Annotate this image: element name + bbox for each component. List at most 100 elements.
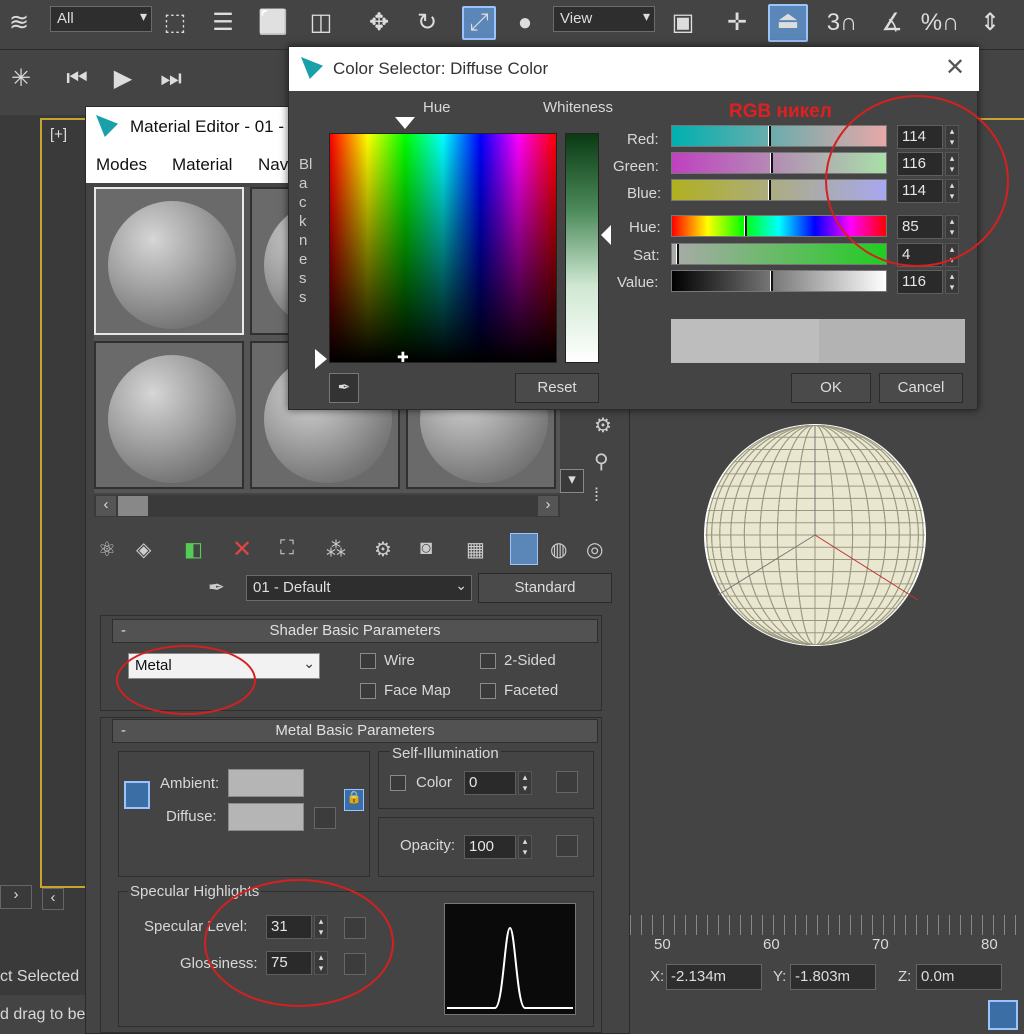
faceted-checkbox[interactable] (480, 683, 496, 699)
go-to-parent-icon[interactable]: ◍ (550, 537, 567, 562)
scroll-thumb[interactable] (118, 496, 148, 516)
value-value-field[interactable]: 116 (897, 270, 943, 294)
eyedropper-icon[interactable]: ✒ (329, 373, 359, 403)
whiteness-bar[interactable] (565, 133, 599, 363)
opacity-map-button[interactable] (556, 835, 578, 857)
show-background-icon[interactable]: ▦ (466, 537, 485, 562)
annotation-circle-rgb (825, 95, 1009, 267)
make-unique-icon[interactable]: ⛶ (280, 537, 294, 560)
self-illum-spinner[interactable]: ▴ ▾ (518, 771, 532, 795)
maximize-viewport-button[interactable] (988, 1000, 1018, 1030)
hue-pointer-icon[interactable] (395, 117, 415, 129)
scale-icon[interactable]: ⤢ (462, 6, 496, 40)
ambient-color-swatch[interactable] (228, 769, 304, 797)
play-icon[interactable]: ▶ (108, 64, 138, 94)
slider-thumb[interactable] (744, 216, 747, 236)
go-forward-icon[interactable]: ◎ (586, 537, 603, 562)
whiteness-pointer-icon[interactable] (601, 225, 611, 245)
ok-button[interactable]: OK (791, 373, 871, 403)
reset-map-icon[interactable]: ✕ (232, 535, 252, 564)
x-coordinate-field[interactable]: -2.134m (666, 964, 762, 990)
self-illum-value-field[interactable]: 0 (464, 771, 516, 795)
scroll-right-icon[interactable]: › (538, 496, 558, 516)
scroll-left-icon[interactable]: ‹ (96, 496, 116, 516)
reference-coord-dropdown[interactable]: View ▾ (553, 6, 655, 32)
wire-checkbox[interactable] (360, 653, 376, 669)
close-icon[interactable]: ✕ (945, 53, 965, 82)
color-crosshair-icon[interactable]: ✚ (397, 349, 409, 366)
timeline-ruler[interactable] (630, 915, 1024, 935)
slider-thumb[interactable] (768, 180, 771, 200)
video-check-icon[interactable]: ⚲ (594, 449, 620, 475)
snap-toggle-icon[interactable]: 3∩ (822, 8, 862, 38)
menu-modes[interactable]: Modes (96, 155, 147, 175)
reset-button[interactable]: Reset (515, 373, 599, 403)
shader-rollout-header[interactable]: - Shader Basic Parameters (112, 619, 598, 643)
spinner-snap-icon[interactable]: ⇕ (970, 8, 1010, 38)
lock-ambient-diffuse-icon[interactable] (124, 781, 150, 809)
diffuse-color-swatch[interactable] (228, 803, 304, 831)
assign-to-selection-icon[interactable]: ◧ (184, 537, 203, 562)
face-map-checkbox[interactable] (360, 683, 376, 699)
pivot-icon[interactable]: ▣ (668, 8, 698, 38)
placement-icon[interactable]: ● (510, 8, 540, 38)
select-by-name-icon[interactable]: ☰ (208, 8, 238, 38)
perspective-viewport[interactable] (628, 410, 1024, 890)
rect-selection-icon[interactable]: ⬜ (258, 8, 288, 38)
get-material-icon[interactable]: ⚛ (98, 537, 116, 562)
blackness-pointer-icon[interactable] (315, 349, 327, 369)
eyedropper-icon[interactable]: ✒ (208, 575, 225, 600)
show-shaded-icon[interactable]: ◙ (420, 537, 432, 560)
bone-tool-icon[interactable]: ✳ (6, 64, 36, 94)
metal-rollout-header[interactable]: - Metal Basic Parameters (112, 719, 598, 743)
slider-thumb[interactable] (676, 244, 679, 264)
keyboard-shortcut-icon[interactable]: ⏏ (768, 4, 808, 42)
slots-scroll-down-button[interactable]: ▾ (560, 469, 584, 493)
manipulate-icon[interactable]: ✛ (722, 8, 752, 38)
cancel-button[interactable]: Cancel (879, 373, 963, 403)
material-name-dropdown[interactable]: 01 - Default ⌄ (246, 575, 472, 601)
sat-slider[interactable] (671, 243, 887, 265)
value-spinner[interactable]: ▴ ▾ (945, 270, 959, 294)
sample-slot[interactable] (94, 341, 244, 489)
y-coordinate-field[interactable]: -1.803m (790, 964, 876, 990)
move-icon[interactable]: ✥ (364, 8, 394, 38)
prev-frame-icon[interactable]: ⏮ (62, 64, 92, 94)
diffuse-map-button[interactable] (314, 807, 336, 829)
slots-horizontal-scrollbar[interactable]: ‹ › (94, 495, 560, 517)
rotate-icon[interactable]: ↻ (412, 8, 442, 38)
percent-snap-icon[interactable]: %∩ (920, 8, 960, 38)
angle-snap-icon[interactable]: ∡ (872, 8, 912, 38)
slider-thumb[interactable] (768, 126, 771, 146)
menu-material[interactable]: Material (172, 155, 232, 175)
value-slider[interactable] (671, 270, 887, 292)
next-frame-icon[interactable]: ⏭ (156, 64, 186, 94)
self-illum-map-button[interactable] (556, 771, 578, 793)
self-illum-color-checkbox[interactable] (390, 775, 406, 791)
show-end-result-icon[interactable] (510, 533, 538, 565)
material-id-icon[interactable]: ⚙ (374, 537, 392, 562)
slider-thumb[interactable] (770, 271, 773, 291)
z-coordinate-field[interactable]: 0.0m (916, 964, 1002, 990)
put-to-scene-icon[interactable]: ◈ (136, 537, 151, 562)
opacity-spinner[interactable]: ▴ ▾ (518, 835, 532, 859)
hue-blackness-picker[interactable] (329, 133, 557, 363)
menu-navigation[interactable]: Nav (258, 155, 288, 175)
two-sided-checkbox[interactable] (480, 653, 496, 669)
panel-scroll-right-button[interactable]: › (0, 885, 32, 909)
material-type-button[interactable]: Standard (478, 573, 612, 603)
select-object-icon[interactable]: ⬚ (160, 8, 190, 38)
selection-filter-dropdown[interactable]: All ▾ (50, 6, 152, 32)
timeline-left-button[interactable]: ‹ (42, 888, 64, 910)
lock-icon[interactable]: 🔒 (344, 789, 364, 811)
opacity-value-field[interactable]: 100 (464, 835, 516, 859)
put-to-library-icon[interactable]: ⁂ (326, 537, 346, 562)
background-icon[interactable]: ⚙ (594, 413, 620, 439)
options-icon[interactable]: ⁞ (594, 485, 620, 511)
link-icon[interactable]: ≋ (4, 8, 34, 38)
viewport-label[interactable]: [+] (50, 126, 67, 143)
sample-slot[interactable] (94, 187, 244, 335)
color-selector-titlebar[interactable]: Color Selector: Diffuse Color ✕ (289, 47, 979, 91)
slider-thumb[interactable] (770, 153, 773, 173)
window-crossing-icon[interactable]: ◫ (306, 8, 336, 38)
